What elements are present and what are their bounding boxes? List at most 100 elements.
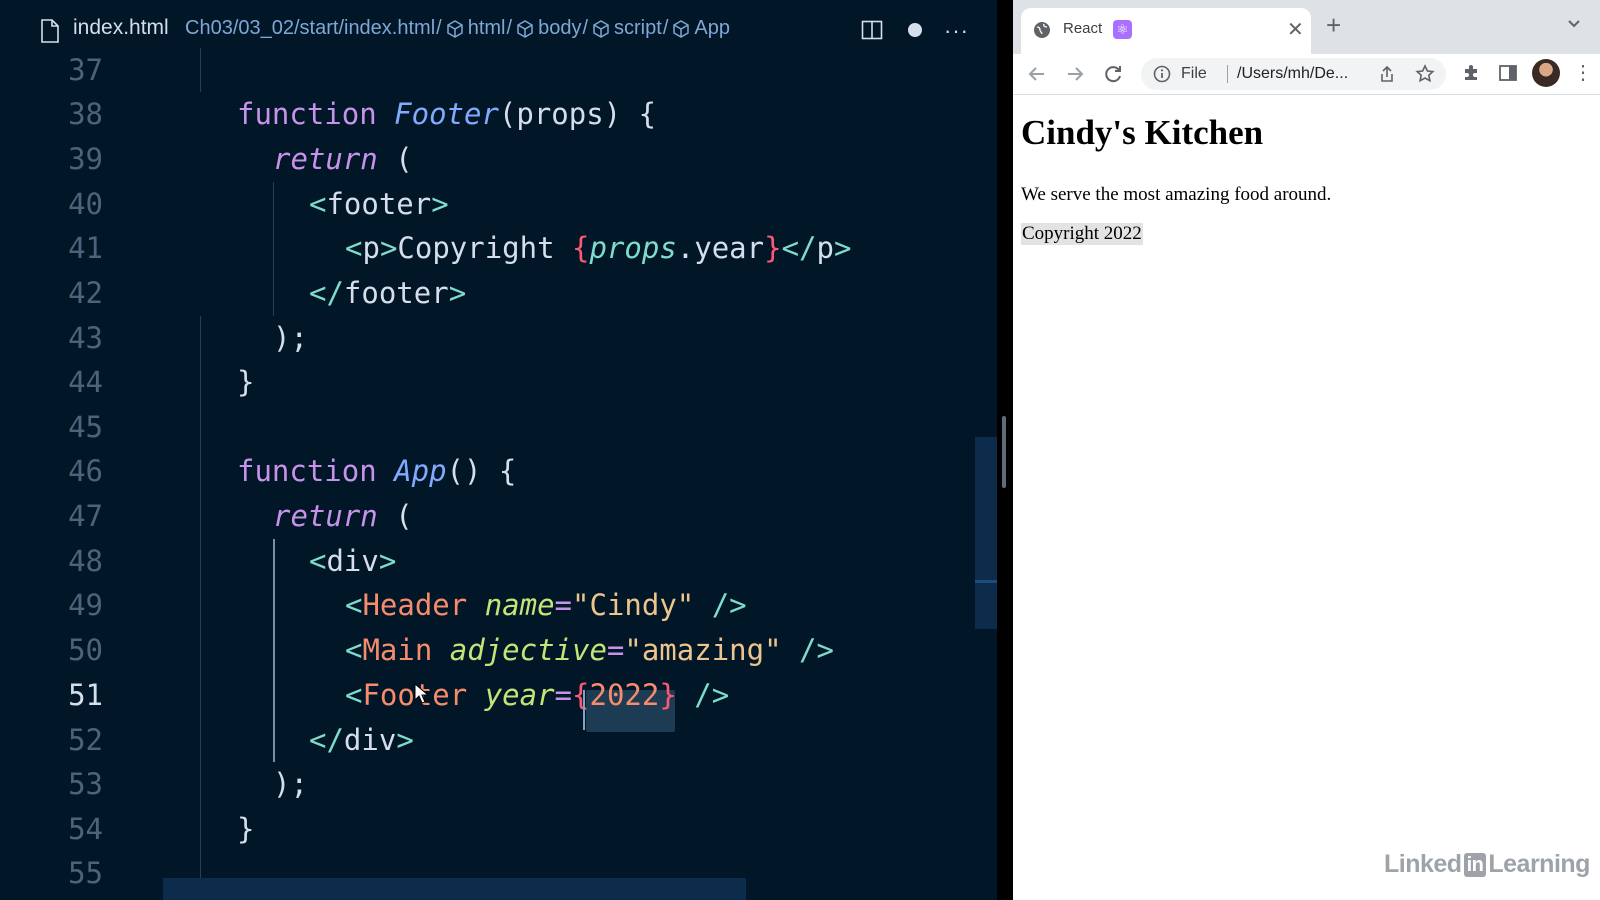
page-viewport: Cindy's Kitchen We serve the most amazin… <box>1013 95 1600 900</box>
code-text: </div> <box>309 723 414 757</box>
code-text: <Header name="Cindy" /> <box>345 588 747 622</box>
pane-resize-handle[interactable] <box>1002 416 1006 488</box>
code-text: return ( <box>273 499 413 533</box>
browser-tab-strip: React ⚛ ✕ + <box>1013 0 1600 54</box>
breadcrumb-body[interactable]: body / <box>513 17 589 40</box>
code-line[interactable]: 52 </div> <box>0 718 980 762</box>
scrollbar-thumb[interactable] <box>975 437 997 629</box>
browser-menu-kebab-icon[interactable]: ⋮ <box>1573 60 1593 85</box>
line-number: 54 <box>68 812 103 846</box>
side-panel-icon[interactable] <box>1498 63 1518 83</box>
code-text: ); <box>273 321 308 355</box>
url-scheme-label: File <box>1181 65 1207 82</box>
code-line[interactable]: 38 function Footer(props) { <box>0 92 980 136</box>
code-text: } <box>237 365 255 399</box>
code-line[interactable]: 43 ); <box>0 316 980 360</box>
code-line[interactable]: 46 function App() { <box>0 449 980 493</box>
breadcrumb-path[interactable]: Ch03/03_02/start/index.html / <box>185 17 443 40</box>
extensions-puzzle-icon[interactable] <box>1462 62 1482 82</box>
linkedin-learning-watermark-logo: Linked in Learning <box>1384 850 1590 878</box>
line-number: 50 <box>68 633 103 667</box>
code-editor[interactable]: index.html Ch03/03_02/start/index.html / … <box>0 0 997 900</box>
code-text: ); <box>273 767 308 801</box>
page-heading: Cindy's Kitchen <box>1021 113 1264 152</box>
code-line[interactable]: 44 } <box>0 360 980 404</box>
breadcrumb-html[interactable]: html / <box>443 17 513 40</box>
code-area[interactable]: 37 38 function Footer(props) { 39 return… <box>0 48 980 900</box>
url-divider <box>1227 65 1228 83</box>
line-number: 38 <box>68 97 103 131</box>
editor-tab-filename[interactable]: index.html <box>73 16 169 40</box>
browser-toolbar: File /Users/mh/De... ⋮ <box>1013 54 1600 95</box>
browser-tab-react[interactable]: React ⚛ ✕ <box>1021 8 1311 54</box>
line-number: 40 <box>68 187 103 221</box>
code-line[interactable]: 47 return ( <box>0 494 980 538</box>
line-number: 52 <box>68 723 103 757</box>
line-number: 39 <box>68 142 103 176</box>
react-logo-icon: ⚛ <box>1113 20 1132 39</box>
code-line-active[interactable]: 51 <Footer year={2022} /> <box>0 673 980 717</box>
scrollbar-cursor-marker <box>975 580 997 583</box>
forward-arrow-icon[interactable] <box>1063 62 1087 86</box>
close-icon[interactable]: ✕ <box>1287 17 1304 42</box>
code-text: function Footer(props) { <box>237 97 657 131</box>
symbol-cube-icon <box>517 19 533 38</box>
code-text: <Footer year={2022} /> <box>345 678 730 712</box>
tab-title: React <box>1063 20 1103 37</box>
bookmark-star-icon[interactable] <box>1415 64 1435 84</box>
code-text: <p>Copyright {props.year}</p> <box>345 231 852 265</box>
page-paragraph: We serve the most amazing food around. <box>1021 184 1332 205</box>
breadcrumb-script[interactable]: script / <box>589 17 669 40</box>
profile-avatar[interactable] <box>1532 59 1560 87</box>
symbol-cube-icon <box>593 19 609 38</box>
url-text[interactable]: /Users/mh/De... <box>1237 65 1348 83</box>
line-number: 48 <box>68 544 103 578</box>
back-arrow-icon[interactable] <box>1025 62 1049 86</box>
globe-icon <box>1034 22 1050 38</box>
code-line[interactable]: 41 <p>Copyright {props.year}</p> <box>0 226 980 270</box>
more-actions-icon[interactable]: ··· <box>944 18 969 44</box>
code-text: <Main adjective="amazing" /> <box>345 633 834 667</box>
code-text: function App() { <box>237 454 517 488</box>
code-line[interactable]: 53 ); <box>0 762 980 806</box>
symbol-cube-icon <box>673 19 690 38</box>
unsaved-changes-dot-icon[interactable] <box>908 23 922 37</box>
code-text: <div> <box>309 544 397 578</box>
code-line[interactable]: 39 return ( <box>0 137 980 181</box>
breadcrumb-app[interactable]: App <box>669 17 730 40</box>
address-bar[interactable]: File /Users/mh/De... <box>1141 58 1446 90</box>
code-line[interactable]: 40 <footer> <box>0 182 980 226</box>
line-number: 49 <box>68 588 103 622</box>
mouse-pointer-icon <box>414 683 430 704</box>
line-number: 43 <box>68 321 103 355</box>
chevron-down-icon[interactable] <box>1566 16 1582 32</box>
line-number: 53 <box>68 767 103 801</box>
line-number: 41 <box>68 231 103 265</box>
line-number: 47 <box>68 499 103 533</box>
code-line[interactable]: 48 <div> <box>0 539 980 583</box>
symbol-cube-icon <box>446 19 463 38</box>
code-text: } <box>237 812 255 846</box>
page-footer-text: Copyright 2022 <box>1021 223 1143 245</box>
code-line[interactable]: 45 <box>0 405 980 449</box>
line-number: 46 <box>68 454 103 488</box>
line-number: 44 <box>68 365 103 399</box>
code-line[interactable]: 42 </footer> <box>0 271 980 315</box>
horizontal-scrollbar-thumb[interactable] <box>163 878 746 900</box>
new-tab-plus-icon[interactable]: + <box>1326 12 1341 38</box>
line-number: 42 <box>68 276 103 310</box>
share-icon[interactable] <box>1378 65 1396 83</box>
code-line[interactable]: 37 <box>0 48 980 92</box>
info-icon[interactable] <box>1153 65 1171 83</box>
code-text: </footer> <box>309 276 467 310</box>
code-line[interactable]: 49 <Header name="Cindy" /> <box>0 583 980 627</box>
line-number: 45 <box>68 410 103 444</box>
code-text: <footer> <box>309 187 449 221</box>
reload-icon[interactable] <box>1101 62 1125 86</box>
code-line[interactable]: 54 } <box>0 807 980 851</box>
line-number: 55 <box>68 856 103 890</box>
line-number: 51 <box>68 678 103 712</box>
split-editor-icon[interactable] <box>861 19 883 41</box>
code-line[interactable]: 50 <Main adjective="amazing" /> <box>0 628 980 672</box>
browser-window: React ⚛ ✕ + File /Users/mh/De... ⋮ Cindy… <box>1013 0 1600 900</box>
